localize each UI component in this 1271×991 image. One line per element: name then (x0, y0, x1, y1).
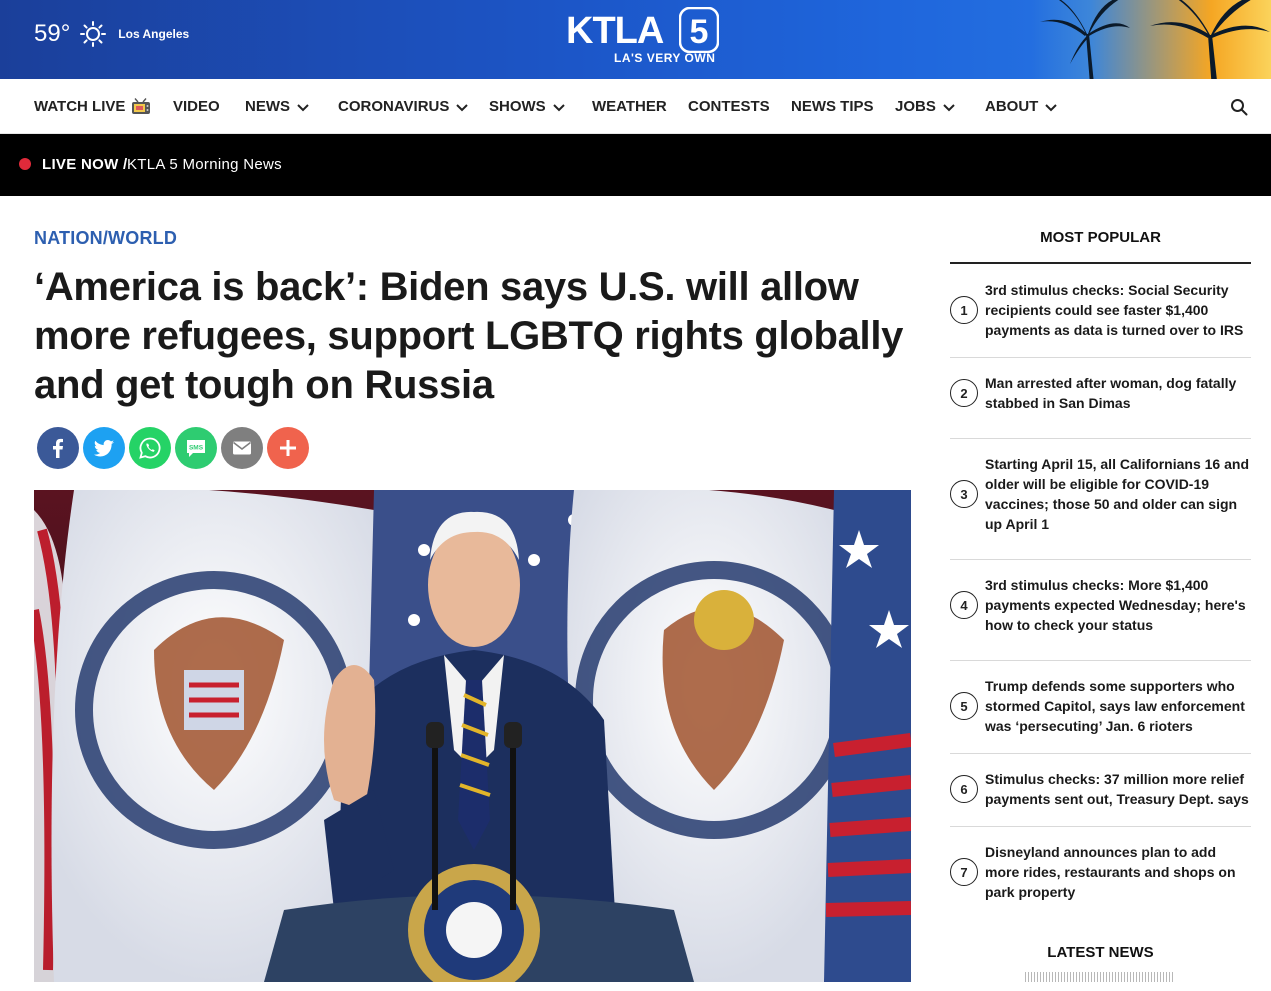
chevron-down-icon (1045, 103, 1058, 111)
share-more-button[interactable] (267, 427, 309, 469)
article-category[interactable]: NATION/WORLD (34, 228, 177, 249)
most-popular-title: MOST POPULAR (950, 224, 1251, 264)
palm-tree-decoration (1040, 0, 1130, 79)
president-speaking-photo (34, 490, 911, 982)
palm-tree-decoration (1150, 0, 1270, 79)
share-twitter-button[interactable] (83, 427, 125, 469)
share-email-button[interactable] (221, 427, 263, 469)
popular-item[interactable]: 1 3rd stimulus checks: Social Security r… (950, 265, 1251, 358)
popular-headline[interactable]: Man arrested after woman, dog fatally st… (985, 373, 1249, 413)
popular-item[interactable]: 5 Trump defends some supporters who stor… (950, 661, 1251, 754)
nav-item-weather[interactable]: WEATHER (592, 98, 667, 115)
svg-text:SMS: SMS (189, 445, 204, 452)
city-name: Los Angeles (118, 27, 190, 41)
site-logo[interactable]: KTLA 5 LA'S VERY OWN (566, 7, 721, 67)
popular-rank: 7 (950, 858, 978, 886)
nav-item-jobs[interactable]: JOBS (895, 98, 956, 115)
more-icon (280, 440, 296, 456)
sun-icon (80, 21, 107, 47)
popular-rank: 1 (950, 296, 978, 324)
article-headline: ‘America is back’: Biden says U.S. will … (34, 265, 904, 407)
nav-item-label: NEWS (245, 98, 290, 115)
share-facebook-button[interactable] (37, 427, 79, 469)
logo-text: KTLA (566, 10, 664, 52)
facebook-icon (53, 438, 63, 458)
popular-item[interactable]: 3 Starting April 15, all Californians 16… (950, 439, 1251, 560)
article-hero-image (34, 490, 911, 982)
popular-headline[interactable]: 3rd stimulus checks: More $1,400 payment… (985, 575, 1249, 635)
nav-item-label: JOBS (895, 98, 936, 115)
popular-headline[interactable]: Stimulus checks: 37 million more relief … (985, 769, 1249, 809)
nav-item-label: VIDEO (173, 98, 220, 115)
popular-item[interactable]: 4 3rd stimulus checks: More $1,400 payme… (950, 560, 1251, 661)
chevron-down-icon (943, 103, 955, 111)
most-popular-sidebar: MOST POPULAR (950, 224, 1251, 264)
logo-number: 5 (690, 13, 709, 51)
email-icon (233, 441, 251, 455)
popular-rank: 6 (950, 775, 978, 803)
live-show-title[interactable]: KTLA 5 Morning News (127, 156, 282, 173)
popular-headline[interactable]: Trump defends some supporters who storme… (985, 676, 1249, 736)
twitter-icon (94, 440, 114, 457)
popular-headline[interactable]: Disneyland announces plan to add more ri… (985, 842, 1249, 902)
chevron-down-icon (297, 103, 309, 111)
nav-item-label: ABOUT (985, 98, 1039, 115)
popular-item[interactable]: 2 Man arrested after woman, dog fatally … (950, 358, 1251, 439)
tv-icon (132, 98, 151, 114)
popular-rank: 2 (950, 379, 978, 407)
share-sms-button[interactable]: SMS (175, 427, 217, 469)
search-icon[interactable] (1230, 98, 1248, 116)
popular-headline[interactable]: Starting April 15, all Californians 16 a… (985, 454, 1249, 534)
nav-item-label: NEWS TIPS (791, 98, 874, 115)
site-header: 59° Los Angeles KTLA 5 LA'S VERY OWN (0, 0, 1271, 79)
nav-item-label: SHOWS (489, 98, 546, 115)
live-now-bar[interactable]: LIVE NOW / KTLA 5 Morning News (0, 134, 1271, 196)
temperature: 59° (34, 20, 71, 47)
popular-rank: 5 (950, 692, 978, 720)
live-indicator-dot (19, 158, 31, 170)
popular-item[interactable]: 7 Disneyland announces plan to add more … (950, 827, 1251, 910)
logo-tagline: LA'S VERY OWN (614, 51, 716, 65)
nav-item-label: CORONAVIRUS (338, 98, 450, 115)
nav-item-contests[interactable]: CONTESTS (688, 98, 770, 115)
chevron-down-icon (552, 103, 565, 111)
weather-widget[interactable]: 59° Los Angeles (34, 20, 189, 48)
popular-headline[interactable]: 3rd stimulus checks: Social Security rec… (985, 280, 1249, 340)
popular-rank: 3 (950, 480, 978, 508)
latest-news-divider (1025, 972, 1175, 982)
nav-item-watch-live[interactable]: WATCH LIVE (34, 98, 151, 115)
logo-mark: KTLA (566, 9, 664, 53)
nav-item-news[interactable]: NEWS (245, 98, 310, 115)
logo-five-badge: 5 (679, 7, 719, 53)
chevron-down-icon (456, 103, 469, 111)
main-nav: WATCH LIVE VIDEO NEWS CORONAVIRUS SHOWS … (0, 79, 1271, 134)
nav-item-about[interactable]: ABOUT (985, 98, 1058, 115)
nav-item-video[interactable]: VIDEO (173, 98, 220, 115)
nav-item-news-tips[interactable]: NEWS TIPS (791, 98, 874, 115)
whatsapp-icon (139, 437, 161, 459)
nav-item-shows[interactable]: SHOWS (489, 98, 566, 115)
live-label: LIVE NOW / (42, 156, 128, 173)
nav-item-label: WATCH LIVE (34, 98, 126, 115)
sms-icon: SMS (187, 440, 205, 457)
share-whatsapp-button[interactable] (129, 427, 171, 469)
nav-item-label: CONTESTS (688, 98, 770, 115)
nav-item-label: WEATHER (592, 98, 667, 115)
latest-news-title: LATEST NEWS (1047, 944, 1154, 961)
popular-rank: 4 (950, 591, 978, 619)
nav-item-coronavirus[interactable]: CORONAVIRUS (338, 98, 469, 115)
popular-item[interactable]: 6 Stimulus checks: 37 million more relie… (950, 754, 1251, 827)
